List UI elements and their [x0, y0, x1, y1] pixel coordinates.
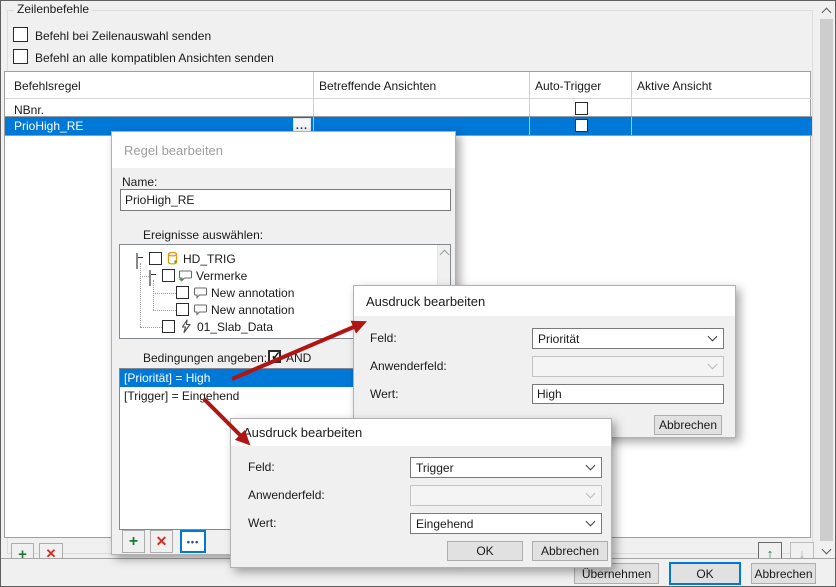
tree-item-vermerke[interactable]: Vermerke — [120, 269, 438, 284]
tree-item-label: New annotation — [211, 286, 294, 300]
tree-checkbox[interactable] — [176, 303, 189, 316]
userfield-dropdown[interactable] — [410, 485, 602, 506]
delete-condition-button[interactable]: ✕ — [150, 530, 173, 553]
userfield-label: Anwenderfeld: — [248, 488, 325, 502]
edit-condition-button[interactable]: ••• — [180, 530, 206, 553]
add-condition-button[interactable]: + — [122, 530, 145, 553]
expander-icon[interactable] — [136, 253, 138, 269]
scrollbar-up-button[interactable] — [819, 3, 834, 18]
scrollbar-thumb[interactable] — [820, 19, 833, 541]
and-label: AND — [286, 351, 311, 365]
value-text: Eingehend — [416, 517, 473, 531]
value-input[interactable]: High — [532, 384, 724, 404]
field-label: Feld: — [370, 331, 397, 345]
database-icon — [165, 251, 180, 266]
delete-row-button[interactable]: ✕ — [39, 543, 63, 558]
send-to-all-views-checkbox[interactable] — [13, 49, 28, 64]
ellipsis-icon: ... — [296, 123, 308, 129]
field-label: Feld: — [248, 460, 275, 474]
vertical-scrollbar[interactable] — [819, 3, 834, 558]
send-to-all-views-label: Befehl an alle kompatiblen Ansichten sen… — [35, 51, 274, 65]
expr2-cancel-button[interactable]: Abbrechen — [532, 541, 608, 561]
annotation-icon — [193, 303, 208, 317]
move-up-button[interactable]: ↑ — [758, 542, 782, 558]
plus-icon: + — [129, 533, 138, 551]
scrollbar-down-button[interactable] — [819, 543, 834, 558]
column-header-befehlsregel[interactable]: Befehlsregel — [14, 79, 81, 93]
delete-icon: ✕ — [46, 546, 57, 558]
tree-checkbox[interactable] — [176, 286, 189, 299]
expression-dialog-title: Ausdruck bearbeiten — [366, 294, 485, 309]
name-label: Name: — [122, 175, 157, 189]
row-column-divider — [631, 117, 632, 135]
move-down-icon: ↓ — [799, 546, 806, 559]
auto-trigger-row-checkbox[interactable] — [575, 119, 588, 132]
column-header-aktive-ansicht[interactable]: Aktive Ansicht — [637, 79, 712, 93]
value-label: Wert: — [248, 516, 276, 530]
tree-checkbox[interactable] — [162, 320, 175, 333]
column-header-betreffende-ansichten[interactable]: Betreffende Ansichten — [319, 79, 436, 93]
tree-item-label: HD_TRIG — [183, 252, 236, 266]
tree-item-label: 01_Slab_Data — [197, 320, 273, 334]
chevron-down-icon — [586, 461, 596, 471]
set-conditions-label: Bedingungen angeben: — [143, 351, 267, 365]
ok-button[interactable]: OK — [669, 562, 741, 585]
tree-item-label: Vermerke — [196, 269, 247, 283]
chevron-down-icon — [708, 360, 718, 370]
and-checkbox[interactable] — [268, 350, 281, 363]
subheader-nbnr: NBnr. — [14, 103, 44, 117]
field-value: Priorität — [538, 332, 579, 346]
auto-trigger-header-checkbox[interactable] — [575, 102, 588, 115]
delete-icon: ✕ — [156, 533, 168, 550]
scrollbar-up-icon — [822, 8, 832, 18]
tree-checkbox[interactable] — [162, 269, 175, 282]
field-value: Trigger — [416, 461, 454, 475]
value-text: High — [537, 387, 562, 401]
tree-item-label: New annotation — [211, 303, 294, 317]
zeilenbefehle-window: Zeilenbefehle Befehl bei Zeilenauswahl s… — [0, 0, 836, 587]
select-events-label: Ereignisse auswählen: — [143, 228, 263, 242]
chevron-down-icon — [586, 489, 596, 499]
value-label: Wert: — [370, 387, 398, 401]
lightning-icon — [179, 319, 193, 334]
header-divider — [5, 98, 812, 99]
send-on-row-select-checkbox[interactable] — [13, 27, 28, 42]
more-dots-icon: ••• — [187, 537, 199, 547]
userfield-label: Anwenderfeld: — [370, 359, 447, 373]
cancel-button[interactable]: Abbrechen — [751, 563, 816, 584]
expander-icon[interactable] — [149, 270, 151, 286]
expr2-ok-button[interactable]: OK — [447, 541, 523, 561]
expression-dialog-trigger: Ausdruck bearbeiten Feld: Trigger Anwend… — [230, 418, 612, 568]
condition-text: [Priorität] = High — [124, 371, 210, 385]
annotation-refresh-icon — [178, 269, 193, 283]
rule-name-value: PrioHigh_RE — [125, 193, 194, 207]
tree-item-hd-trig[interactable]: HD_TRIG — [120, 252, 438, 267]
rule-name-input[interactable]: PrioHigh_RE — [120, 189, 451, 211]
row-column-divider — [529, 117, 530, 135]
userfield-dropdown[interactable] — [532, 356, 724, 377]
annotation-icon — [193, 286, 208, 300]
expr1-cancel-button[interactable]: Abbrechen — [654, 415, 722, 435]
expression-dialog-title: Ausdruck bearbeiten — [243, 425, 362, 440]
group-box-title: Zeilenbefehle — [14, 2, 92, 16]
send-on-row-select-label: Befehl bei Zeilenauswahl senden — [35, 29, 211, 43]
move-up-icon: ↑ — [767, 546, 774, 559]
field-dropdown[interactable]: Priorität — [532, 328, 724, 349]
move-down-button[interactable]: ↓ — [790, 542, 814, 558]
tree-scrollbar-up-icon — [440, 250, 450, 260]
rule-dialog-title: Regel bearbeiten — [124, 143, 223, 158]
field-dropdown[interactable]: Trigger — [410, 457, 602, 478]
add-row-button[interactable]: + — [11, 543, 34, 558]
condition-text: [Trigger] = Eingehend — [124, 389, 239, 403]
chevron-down-icon — [586, 517, 596, 527]
plus-icon: + — [18, 546, 27, 559]
expression-dialog-prioritaet: Ausdruck bearbeiten Feld: Priorität Anwe… — [353, 285, 736, 438]
column-header-auto-trigger[interactable]: Auto-Trigger — [535, 79, 601, 93]
rule-name-cell: PrioHigh_RE — [14, 119, 83, 133]
chevron-down-icon — [708, 332, 718, 342]
scrollbar-down-icon — [822, 544, 832, 554]
value-dropdown[interactable]: Eingehend — [410, 513, 602, 534]
tree-checkbox[interactable] — [149, 252, 162, 265]
